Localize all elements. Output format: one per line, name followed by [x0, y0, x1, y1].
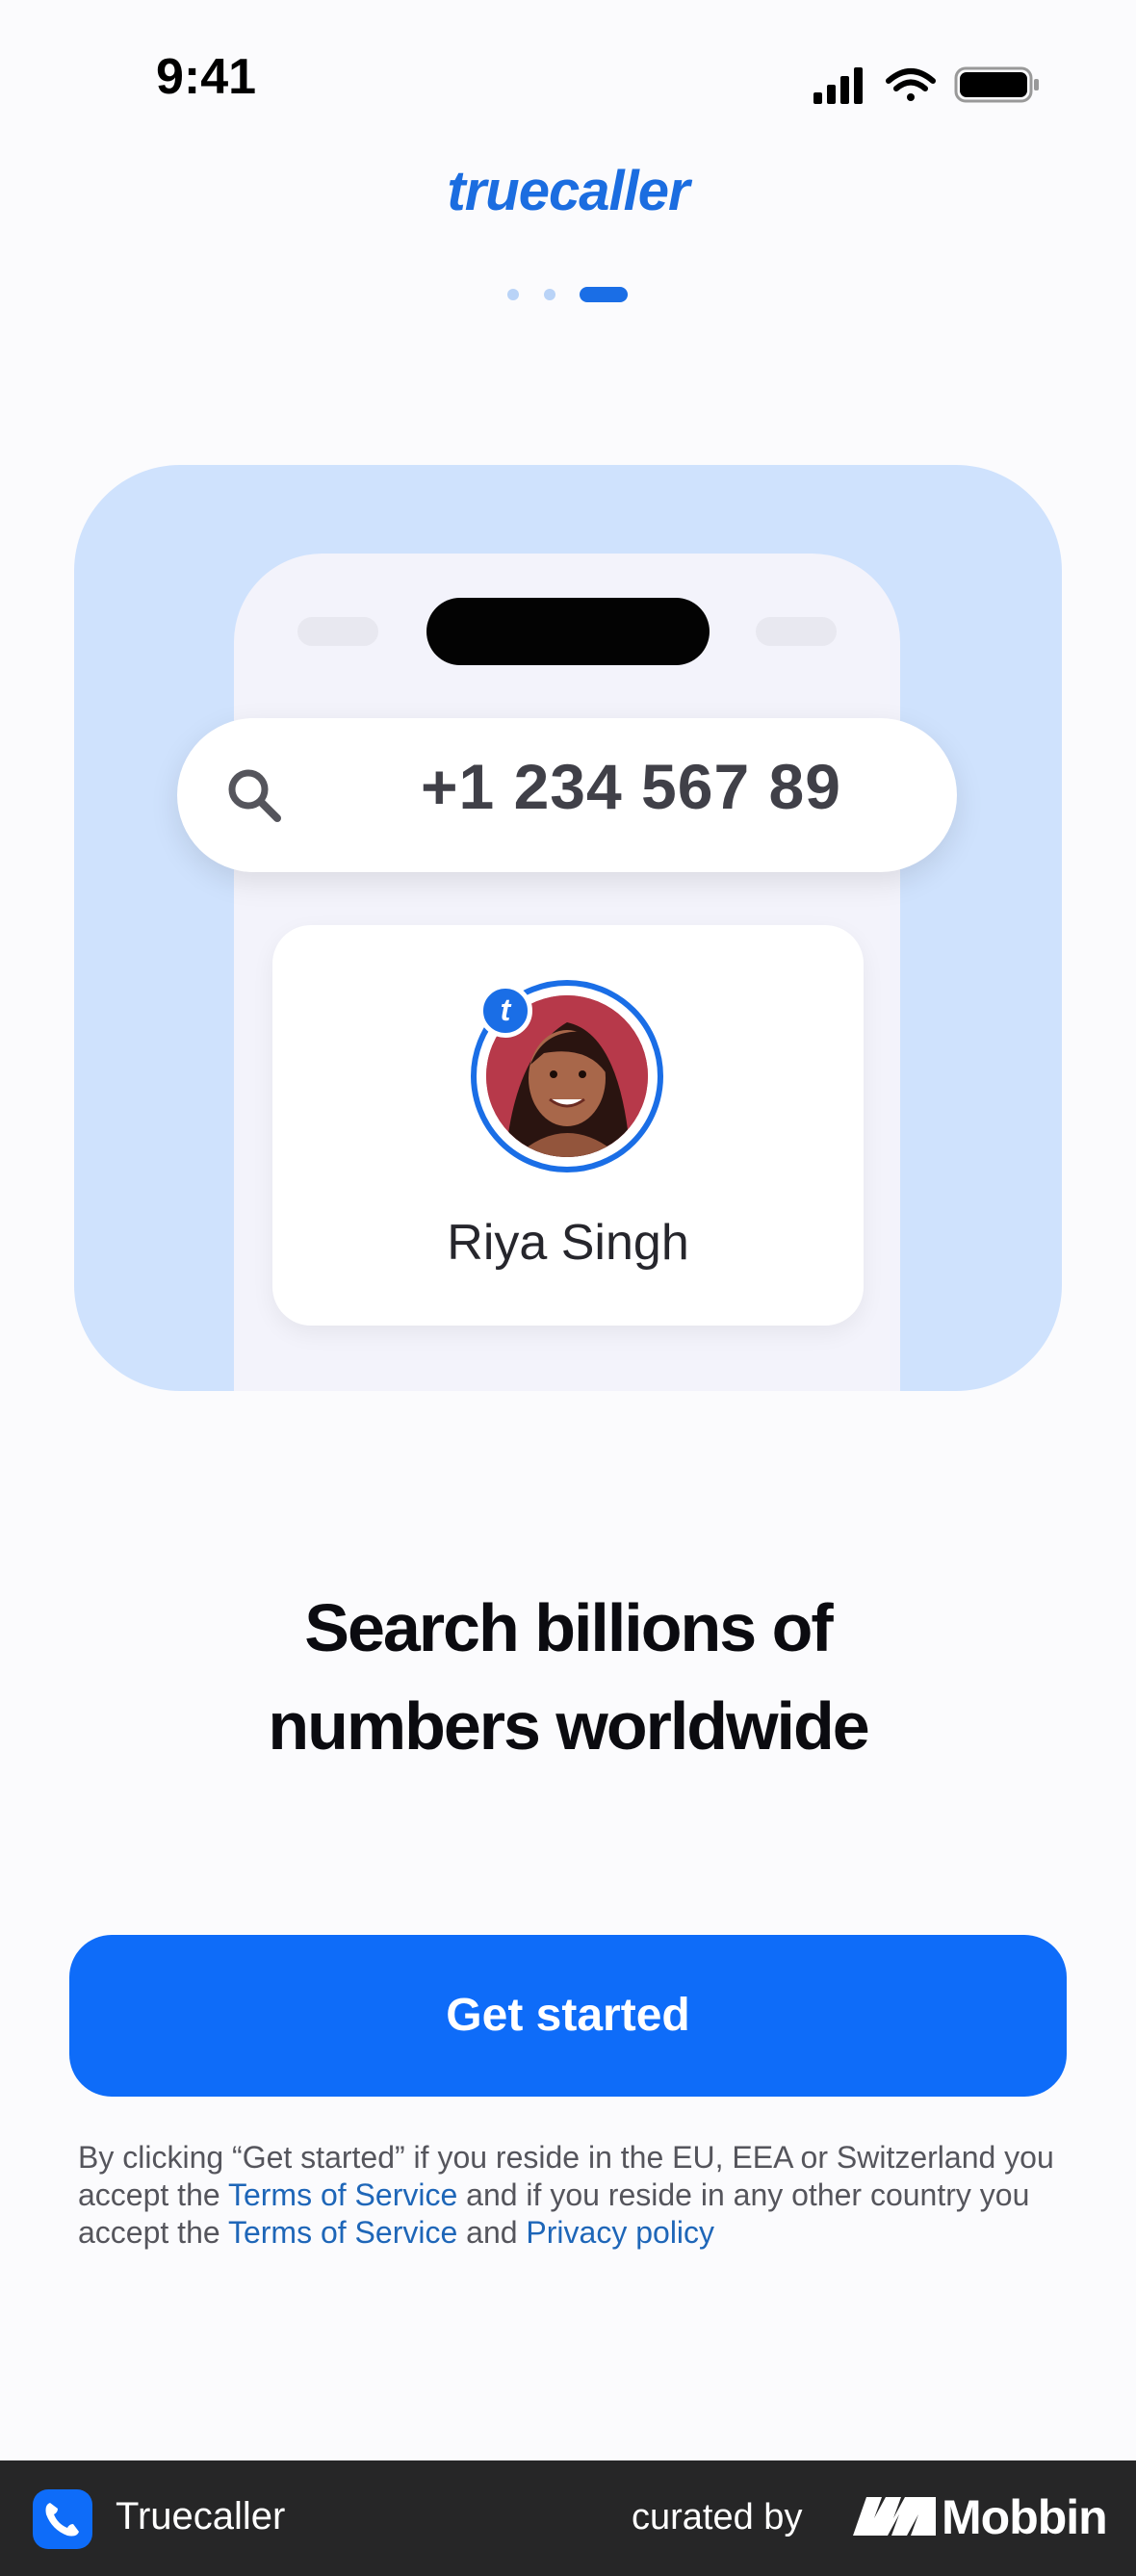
privacy-policy-link[interactable]: Privacy policy: [526, 2215, 714, 2250]
wifi-icon: [886, 68, 936, 101]
status-bar: 9:41: [0, 0, 1136, 144]
contact-name: Riya Singh: [447, 1215, 689, 1271]
status-icons: [813, 66, 1039, 104]
phone-sensor-left: [297, 617, 378, 646]
battery-icon: [954, 66, 1039, 103]
truecaller-app-icon: [33, 2489, 92, 2549]
terms-of-service-link[interactable]: Terms of Service: [228, 2215, 457, 2250]
search-number: +1 234 567 89: [421, 751, 841, 822]
page-dot: [544, 289, 555, 300]
search-icon: [228, 769, 281, 822]
phone-sensor-right: [756, 617, 837, 646]
truecaller-badge-icon: t: [478, 984, 532, 1038]
status-time: 9:41: [156, 49, 257, 105]
headline-line-1: Search billions of: [304, 1590, 833, 1665]
page-indicator: [507, 287, 628, 302]
avatar: t: [471, 980, 663, 1172]
dynamic-island: [426, 598, 710, 665]
get-started-button[interactable]: Get started: [69, 1935, 1067, 2097]
page-dot-active: [580, 287, 628, 302]
search-box: +1 234 567 89: [177, 718, 957, 872]
contact-card: t Riya Singh: [272, 925, 864, 1326]
truecaller-logo: truecaller: [447, 160, 689, 222]
legal-text-part: and: [457, 2215, 527, 2250]
mobbin-brand: Mobbin: [942, 2490, 1108, 2544]
signal-icon: [813, 67, 863, 104]
footer-app-name: Truecaller: [116, 2495, 286, 2537]
mobbin-logo-icon: [853, 2497, 936, 2536]
legal-text: By clicking “Get started” if you reside …: [78, 2139, 1070, 2252]
terms-of-service-link-eu[interactable]: Terms of Service: [228, 2177, 457, 2212]
footer-bar: Truecaller curated by Mobbin: [0, 2460, 1136, 2576]
headline-line-2: numbers worldwide: [268, 1688, 869, 1764]
page-dot: [507, 289, 519, 300]
hero-illustration: +1 234 567 89 t Riya Singh: [74, 465, 1062, 1391]
headline: Search billions of numbers worldwide: [0, 1579, 1136, 1775]
curated-by-label: curated by: [632, 2497, 803, 2537]
